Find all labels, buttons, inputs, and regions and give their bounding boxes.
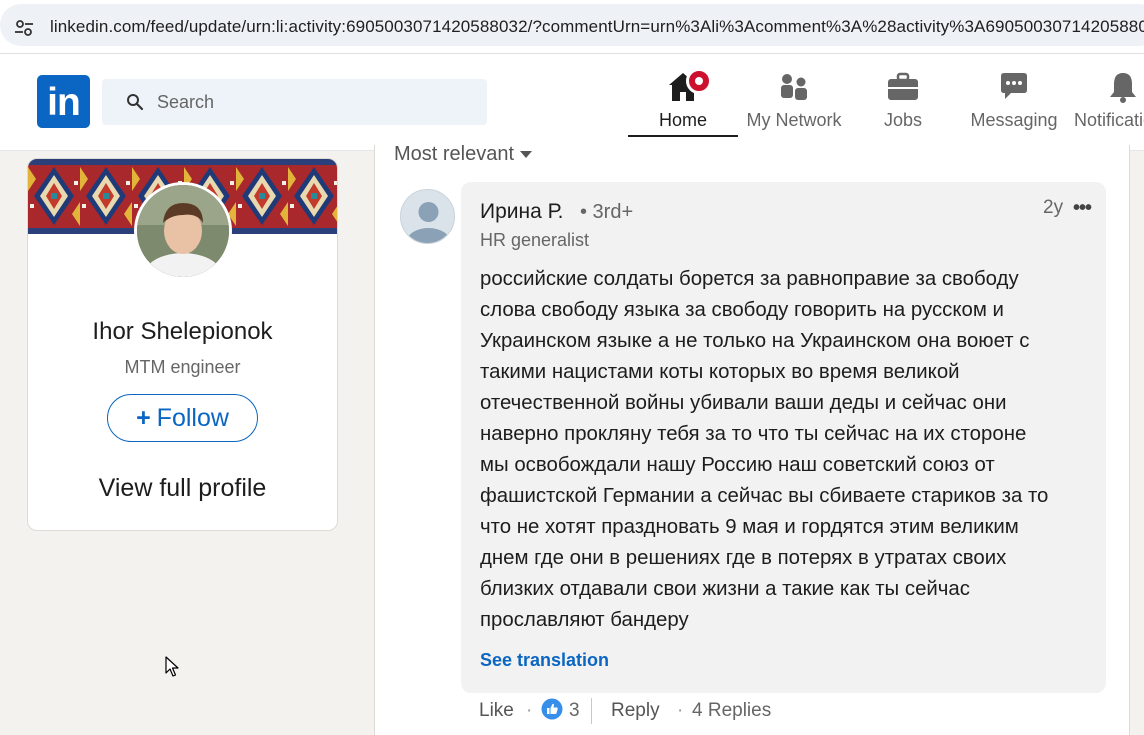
comment-line: днем где они в решениях где в потерях в …	[480, 547, 1007, 569]
nav-my-network[interactable]: My Network	[740, 66, 848, 136]
site-settings-icon[interactable]	[14, 18, 34, 38]
comment-text: российские солдаты борется за равноправи…	[480, 264, 1095, 636]
nav-jobs-label: Jobs	[883, 110, 923, 130]
comment-timestamp: 2y	[1043, 197, 1064, 218]
comment-line: отечественной войны убивали ваши деды и …	[480, 392, 1007, 414]
connection-degree: • 3rd+	[580, 201, 634, 223]
follow-button[interactable]: + Follow	[107, 394, 258, 442]
reply-button[interactable]: Reply	[611, 700, 660, 722]
vertical-divider	[591, 698, 592, 724]
comment-line: близких отдавали свои жизни а такие как …	[480, 578, 970, 600]
notification-badge	[686, 68, 712, 94]
comment-line: такими нацистами коты которых во время в…	[480, 361, 960, 383]
active-tab-indicator	[628, 135, 738, 137]
comment-line: мы освобождали нашу Россию наш советский…	[480, 454, 995, 476]
comment-line: слова свободу языка за свободу говорить …	[480, 299, 1004, 321]
default-avatar-icon	[401, 190, 454, 243]
separator-dot: ·	[526, 700, 533, 721]
profile-name[interactable]: Ihor Shelepionok	[28, 318, 337, 346]
url-text[interactable]: linkedin.com/feed/update/urn:li:activity…	[50, 17, 1144, 37]
comment-line: российские солдаты борется за равноправи…	[480, 268, 1019, 290]
profile-avatar[interactable]	[134, 182, 232, 280]
comments-section: Most relevant Ирина Р. • 3rd+ HR general…	[374, 143, 1130, 735]
sort-label: Most relevant	[394, 143, 515, 165]
bell-icon	[1110, 73, 1136, 103]
like-reaction-icon[interactable]	[541, 698, 563, 720]
nav-messaging-label: Messaging	[970, 110, 1058, 130]
search-input[interactable]	[157, 79, 477, 125]
see-translation-link[interactable]: See translation	[480, 650, 609, 671]
briefcase-icon	[888, 72, 918, 100]
people-icon	[781, 74, 807, 100]
comment-line: прославляют бандеру	[480, 609, 689, 631]
comment-bubble: Ирина Р. • 3rd+ HR generalist 2y ••• рос…	[461, 182, 1106, 693]
search-icon	[127, 94, 144, 111]
view-full-profile-link[interactable]: View full profile	[28, 474, 337, 503]
follow-label: Follow	[156, 403, 229, 432]
nav-notifications[interactable]: Notifications	[1068, 66, 1144, 136]
separator-dot: ·	[677, 700, 684, 721]
linkedin-logo[interactable]: in	[37, 75, 90, 128]
comment-line: наверно прокляну тебя за то что ты сейча…	[480, 423, 1027, 445]
url-field[interactable]: linkedin.com/feed/update/urn:li:activity…	[0, 4, 1144, 46]
nav-my-network-label: My Network	[746, 110, 842, 130]
nav-notifications-label: Notifications	[1073, 110, 1144, 130]
comment-line: что не хотят праздновать 9 мая и гордятс…	[480, 516, 1019, 538]
comment-line: фашистской Германии а сейчас вы сбиваете…	[480, 485, 1049, 507]
sort-dropdown[interactable]: Most relevant	[394, 143, 533, 166]
search-box[interactable]	[102, 79, 487, 125]
like-button[interactable]: Like	[479, 700, 514, 722]
author-profile-card: Ihor Shelepionok MTM engineer + Follow Vi…	[27, 158, 338, 531]
plus-icon: +	[136, 403, 151, 432]
mouse-cursor-icon	[165, 656, 179, 677]
profile-photo	[137, 185, 229, 277]
nav-home-label: Home	[658, 110, 707, 130]
comment-author[interactable]: Ирина Р.	[480, 200, 564, 224]
top-navigation: in Home My Network Jobs	[0, 54, 1144, 151]
profile-headline: MTM engineer	[124, 357, 241, 377]
more-options-icon[interactable]: •••	[1073, 197, 1097, 219]
comment-author-headline: HR generalist	[480, 230, 590, 250]
nav-home[interactable]: Home	[628, 66, 738, 137]
messaging-icon	[1001, 73, 1027, 99]
nav-messaging[interactable]: Messaging	[962, 66, 1066, 136]
reaction-count[interactable]: 3	[569, 700, 580, 722]
replies-count-link[interactable]: 4 Replies	[692, 700, 771, 722]
comment-line: Украинском языке а не только на Украинск…	[480, 330, 1030, 352]
commenter-avatar[interactable]	[400, 189, 455, 244]
caret-down-icon	[520, 151, 533, 159]
browser-address-bar: linkedin.com/feed/update/urn:li:activity…	[0, 0, 1144, 54]
nav-jobs[interactable]: Jobs	[860, 66, 946, 136]
